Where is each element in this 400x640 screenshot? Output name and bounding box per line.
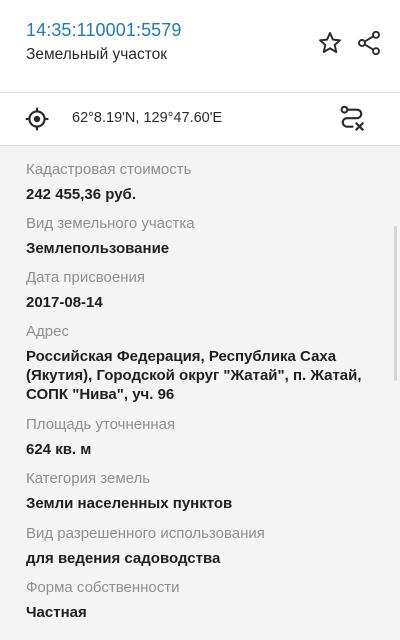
route-button[interactable] — [336, 103, 368, 135]
field-area: Площадь уточненная 624 кв. м — [26, 415, 376, 459]
share-button[interactable] — [354, 28, 384, 58]
header: 14:35:110001:5579 Земельный участок — [0, 0, 400, 92]
field-label: Адрес — [26, 323, 69, 340]
field-value: Землепользование — [26, 240, 170, 257]
cadastral-number[interactable]: 14:35:110001:5579 — [26, 20, 182, 41]
field-value: 242 455,36 руб. — [26, 186, 136, 203]
field-assignment-date: Дата присвоения 2017-08-14 — [26, 268, 376, 312]
field-permitted-use: Вид разрешенного использования для веден… — [26, 524, 376, 568]
field-label: Категория земель — [26, 470, 151, 487]
crosshair-target-icon — [25, 107, 49, 131]
star-outline-icon — [319, 32, 341, 53]
field-land-category: Категория земель Земли населенных пункто… — [26, 469, 376, 513]
route-clear-icon — [340, 105, 364, 131]
field-value: 624 кв. м — [26, 441, 92, 458]
share-icon — [358, 30, 380, 56]
parcel-type: Земельный участок — [26, 46, 168, 63]
field-value: 2017-08-14 — [26, 294, 103, 311]
field-label: Форма собственности — [26, 579, 180, 596]
coordinates-text[interactable]: 62°8.19'N, 129°47.60'E — [72, 110, 222, 126]
field-label: Вид земельного участка — [26, 215, 195, 232]
field-value: Частная — [26, 604, 87, 621]
field-ownership: Форма собственности Частная — [26, 578, 376, 622]
field-cadastral-value: Кадастровая стоимость 242 455,36 руб. — [26, 160, 376, 204]
locate-button[interactable] — [22, 104, 52, 134]
field-label: Вид разрешенного использования — [26, 525, 265, 542]
field-label: Площадь уточненная — [26, 416, 176, 433]
field-label: Дата присвоения — [26, 269, 145, 286]
parcel-details: Кадастровая стоимость 242 455,36 руб. Ви… — [0, 146, 400, 640]
scrollbar[interactable] — [394, 226, 397, 381]
field-value: Российская Федерация, Республика Саха (Я… — [26, 348, 362, 403]
field-label: Кадастровая стоимость — [26, 161, 192, 178]
favorite-button[interactable] — [315, 28, 345, 58]
field-address: Адрес Российская Федерация, Республика С… — [26, 322, 376, 404]
coordinates-bar: 62°8.19'N, 129°47.60'E — [0, 93, 400, 145]
field-parcel-kind: Вид земельного участка Землепользование — [26, 214, 376, 258]
field-value: Земли населенных пунктов — [26, 495, 233, 512]
field-value: для ведения садоводства — [26, 550, 221, 567]
